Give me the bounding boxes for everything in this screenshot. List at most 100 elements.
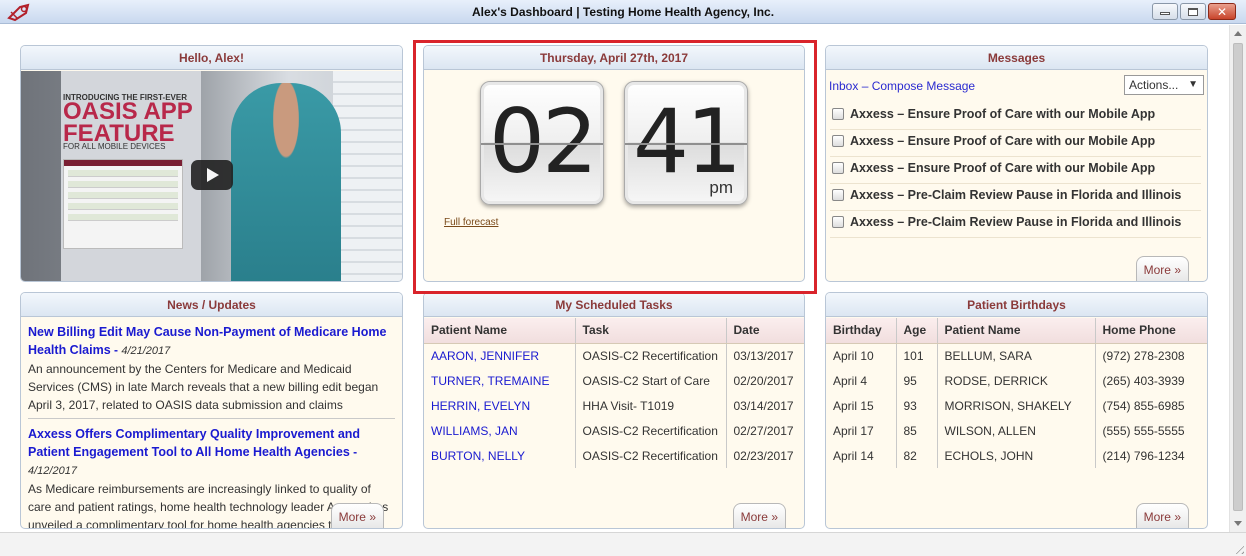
birthday-patient-name: BELLUM, SARA [937, 343, 1096, 368]
message-item[interactable]: Axxess – Ensure Proof of Care with our M… [830, 103, 1201, 130]
birthday-phone: (555) 555-5555 [1102, 423, 1185, 438]
scheduled-tasks-widget: My Scheduled Tasks Patient Name Task Dat… [423, 292, 805, 529]
close-icon: ✕ [1216, 4, 1228, 19]
messages-link-separator: – [858, 79, 872, 93]
dashboard-content: Hello, Alex! INTRODUCING THE FIRST-EVER … [0, 25, 1228, 531]
task-date: 02/27/2017 [733, 423, 794, 438]
message-subject[interactable]: Axxess – Ensure Proof of Care with our M… [850, 161, 1155, 175]
birthdays-column-birthday[interactable]: Birthday [826, 318, 897, 344]
message-checkbox[interactable] [832, 135, 844, 147]
birthday-age: 101 [896, 343, 938, 368]
birthdays-column-patient-name[interactable]: Patient Name [937, 318, 1096, 344]
birthdays-more-button[interactable]: More » [1135, 503, 1189, 528]
tasks-more-button[interactable]: More » [732, 503, 786, 528]
task-name: HHA Visit- T1019 [575, 393, 727, 418]
task-date: 02/23/2017 [733, 448, 794, 463]
birthdays-heading: Patient Birthdays [826, 293, 1207, 317]
news-item-date: 4/12/2017 [28, 465, 77, 477]
maximize-button[interactable] [1180, 3, 1206, 20]
close-button[interactable]: ✕ [1208, 3, 1236, 20]
maximize-icon [1188, 7, 1198, 16]
full-forecast-link[interactable]: Full forecast [444, 217, 498, 228]
minimize-icon [1160, 12, 1170, 15]
task-name: OASIS-C2 Recertification [575, 418, 727, 443]
message-checkbox[interactable] [832, 216, 844, 228]
tasks-column-date[interactable]: Date [726, 318, 804, 344]
task-name: OASIS-C2 Recertification [575, 443, 727, 468]
caret-down-icon: ▼ [1188, 79, 1198, 90]
minimize-button[interactable] [1152, 3, 1178, 20]
table-row: BURTON, NELLY OASIS-C2 Recertification 02/… [424, 443, 804, 468]
scroll-down-icon[interactable] [1234, 521, 1242, 526]
messages-heading: Messages [826, 46, 1207, 70]
news-item-separator: - [349, 445, 358, 459]
app-screen-graphic [63, 159, 183, 249]
table-row: AARON, JENNIFER OASIS-C2 Recertification 0… [424, 343, 804, 368]
message-subject[interactable]: Axxess – Ensure Proof of Care with our M… [850, 107, 1155, 121]
table-row: April 14 82 ECHOLS, JOHN (214) 796-1234 [826, 443, 1207, 468]
message-item[interactable]: Axxess – Pre-Claim Review Pause in Flori… [830, 184, 1201, 211]
news-item-date: 4/21/2017 [121, 345, 171, 357]
birthday-patient-name: MORRISON, SHAKELY [937, 393, 1096, 418]
message-item[interactable]: Axxess – Ensure Proof of Care with our M… [830, 157, 1201, 184]
task-name: OASIS-C2 Recertification [575, 343, 727, 368]
task-patient-link[interactable]: TURNER, TREMAINE [424, 368, 576, 393]
message-item[interactable]: Axxess – Ensure Proof of Care with our M… [830, 130, 1201, 157]
messages-more-button[interactable]: More » [1135, 256, 1189, 281]
task-patient-link[interactable]: WILLIAMS, JAN [424, 418, 576, 443]
scrollbar-thumb[interactable] [1233, 43, 1243, 511]
message-checkbox[interactable] [832, 162, 844, 174]
news-heading: News / Updates [21, 293, 402, 317]
tasks-column-patient-name[interactable]: Patient Name [424, 318, 576, 344]
news-item-title[interactable]: New Billing Edit May Cause Non-Payment o… [28, 325, 386, 357]
clock-hour-card: 02 [480, 81, 604, 205]
birthdays-column-home-phone[interactable]: Home Phone [1095, 318, 1207, 344]
birthday-patient-name: ECHOLS, JOHN [937, 443, 1096, 468]
table-row: April 4 95 RODSE, DERRICK (265) 403-3939 [826, 368, 1207, 393]
message-subject[interactable]: Axxess – Pre-Claim Review Pause in Flori… [850, 188, 1181, 202]
birthday-age: 82 [896, 443, 938, 468]
message-subject[interactable]: Axxess – Ensure Proof of Care with our M… [850, 134, 1155, 148]
tasks-column-task[interactable]: Task [575, 318, 727, 344]
resize-grip-icon[interactable] [1232, 542, 1244, 554]
task-date: 03/14/2017 [733, 398, 794, 413]
news-widget: News / Updates New Billing Edit May Caus… [20, 292, 403, 529]
promo-line-2: OASIS APP FEATURE [63, 98, 193, 147]
message-checkbox[interactable] [832, 108, 844, 120]
message-checkbox[interactable] [832, 189, 844, 201]
clock-ampm: pm [709, 178, 733, 197]
play-button-icon[interactable] [191, 160, 233, 190]
birthday-date: April 15 [826, 393, 897, 418]
clock-hour: 02 [489, 90, 598, 193]
birthdays-table: Birthday Age Patient Name Home Phone Apr… [826, 318, 1207, 468]
messages-toolbar: Inbox – Compose Message Actions... ▼ [829, 75, 1204, 97]
task-patient-link[interactable]: AARON, JENNIFER [424, 343, 576, 368]
birthdays-header-row: Birthday Age Patient Name Home Phone [826, 318, 1207, 344]
birthday-age: 85 [896, 418, 938, 443]
clock-minute-card: 41 pm [624, 81, 748, 205]
inbox-link[interactable]: Inbox [829, 79, 858, 93]
compose-message-link[interactable]: Compose Message [872, 79, 975, 93]
birthday-date: April 17 [826, 418, 897, 443]
clock-widget: Thursday, April 27th, 2017 02 41 pm Full… [423, 45, 805, 282]
window-controls: ✕ [1152, 3, 1236, 20]
birthday-age: 95 [896, 368, 938, 393]
tasks-heading: My Scheduled Tasks [424, 293, 804, 317]
promo-video[interactable]: INTRODUCING THE FIRST-EVER OASIS APP FEA… [21, 71, 402, 281]
actions-dropdown[interactable]: Actions... ▼ [1124, 75, 1204, 95]
news-item-text: An announcement by the Centers for Medic… [28, 362, 379, 412]
vertical-scrollbar[interactable] [1229, 25, 1246, 532]
message-item[interactable]: Axxess – Pre-Claim Review Pause in Flori… [830, 211, 1201, 238]
birthday-patient-name: RODSE, DERRICK [937, 368, 1096, 393]
birthday-phone: (265) 403-3939 [1102, 373, 1185, 388]
birthday-patient-name: WILSON, ALLEN [937, 418, 1096, 443]
task-patient-link[interactable]: BURTON, NELLY [424, 443, 576, 468]
scroll-up-icon[interactable] [1234, 31, 1242, 36]
message-subject[interactable]: Axxess – Pre-Claim Review Pause in Flori… [850, 215, 1181, 229]
task-date: 03/13/2017 [733, 348, 794, 363]
task-patient-link[interactable]: HERRIN, EVELYN [424, 393, 576, 418]
news-more-button[interactable]: More » [330, 503, 384, 528]
news-item-title[interactable]: Axxess Offers Complimentary Quality Impr… [28, 427, 360, 459]
news-list: New Billing Edit May Cause Non-Payment o… [28, 323, 395, 528]
birthdays-column-age[interactable]: Age [896, 318, 938, 344]
